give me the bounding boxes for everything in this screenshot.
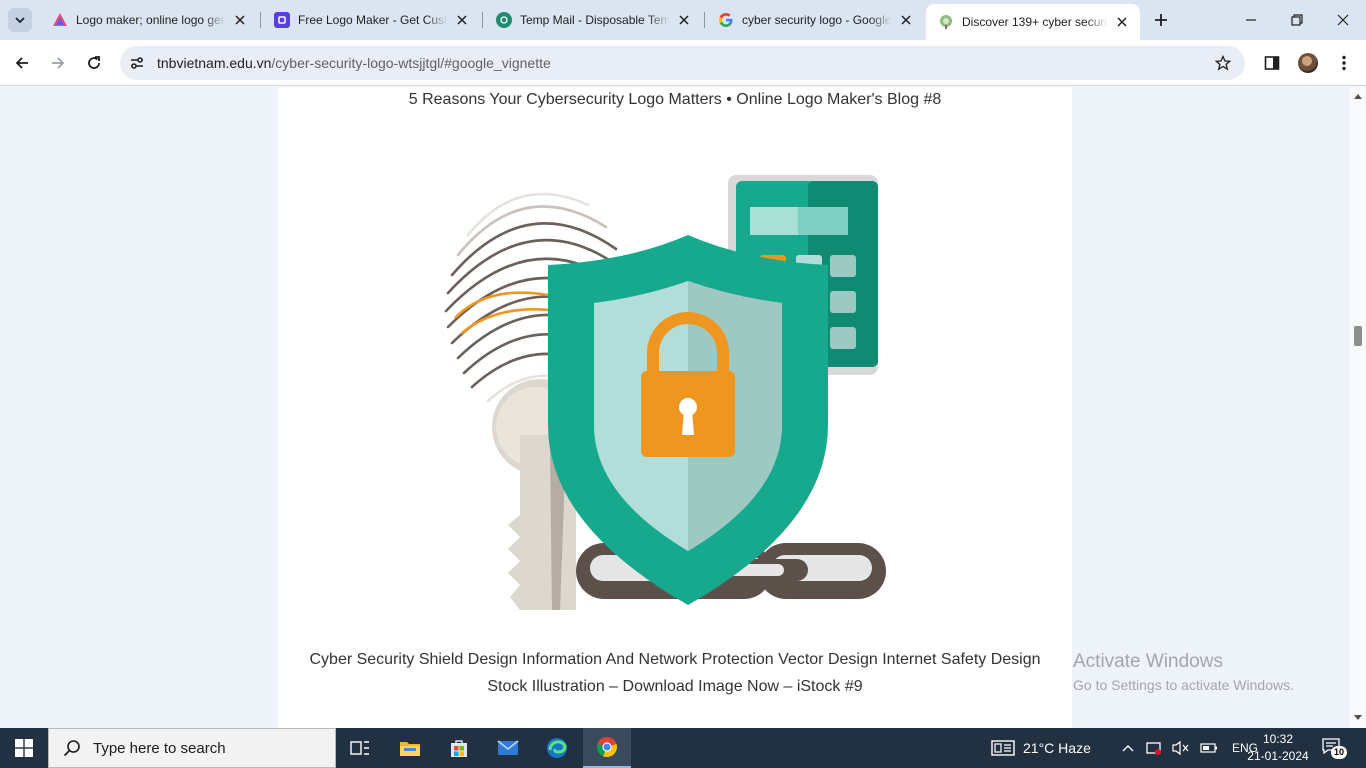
taskbar-search-placeholder: Type here to search	[93, 739, 226, 757]
close-tab-icon[interactable]	[898, 12, 914, 28]
tab-separator	[260, 12, 261, 28]
tab-free-logo-maker[interactable]: Free Logo Maker - Get Custom Logo Design…	[262, 4, 480, 36]
chrome-browser-button[interactable]	[583, 728, 631, 768]
arrow-right-icon	[52, 57, 65, 69]
weather-text: 21°C Haze	[1023, 740, 1091, 756]
url-path: /cyber-security-logo-wtsjjtgl/#google_vi…	[271, 55, 551, 71]
task-view-button[interactable]	[336, 728, 384, 768]
chrome-icon	[596, 737, 617, 758]
scroll-up-arrow-icon[interactable]	[1353, 91, 1363, 101]
image-caption-top[interactable]: 5 Reasons Your Cybersecurity Logo Matter…	[278, 91, 1072, 109]
temp-mail-icon	[496, 12, 512, 28]
chrome-menu-button[interactable]	[1331, 50, 1357, 76]
chevron-down-icon	[15, 17, 25, 24]
side-panel-button[interactable]	[1259, 50, 1285, 76]
clock-date: 21-01-2024	[1247, 749, 1309, 763]
start-button[interactable]	[0, 728, 48, 768]
reload-button[interactable]	[79, 48, 109, 78]
tab-logo-maker[interactable]: Logo maker; online logo generator	[40, 4, 258, 36]
star-icon	[1215, 55, 1231, 71]
back-button[interactable]	[7, 48, 37, 78]
minimize-icon	[1246, 19, 1256, 21]
microsoft-store-button[interactable]	[435, 728, 483, 768]
clock-time: 10:32	[1262, 732, 1294, 746]
battery-icon[interactable]	[1200, 742, 1218, 754]
article-column: 5 Reasons Your Cybersecurity Logo Matter…	[278, 87, 1072, 728]
tab-google-search[interactable]: cyber security logo - Google Search	[706, 4, 924, 36]
side-panel-icon	[1264, 56, 1280, 70]
plus-icon	[1155, 14, 1167, 26]
chevron-up-icon[interactable]	[1122, 744, 1134, 752]
edge-icon	[547, 738, 567, 758]
site-info-button[interactable]	[124, 50, 150, 76]
kebab-menu-icon	[1342, 55, 1346, 71]
arrow-left-icon	[15, 57, 28, 69]
tab-temp-mail[interactable]: Temp Mail - Disposable Temporary Email	[484, 4, 702, 36]
tab-title: Free Logo Maker - Get Custom Logo Design…	[298, 13, 448, 27]
close-tab-icon[interactable]	[232, 12, 248, 28]
meet-now-icon[interactable]	[1146, 740, 1164, 756]
taskbar-search-box[interactable]: Type here to search	[48, 728, 336, 768]
reload-icon	[88, 56, 100, 69]
tab-title: cyber security logo - Google Search	[742, 13, 892, 27]
scrollbar-thumb[interactable]	[1354, 326, 1362, 346]
tab-discover-cyber-security[interactable]: Discover 139+ cyber security logo	[926, 4, 1140, 40]
page-viewport: 5 Reasons Your Cybersecurity Logo Matter…	[0, 87, 1350, 728]
tab-strip: Logo maker; online logo generator Free L…	[0, 0, 1366, 40]
new-tab-button[interactable]	[1150, 9, 1172, 31]
cyber-security-shield-illustration[interactable]	[428, 165, 928, 635]
mail-envelope-icon	[497, 740, 519, 755]
url-text[interactable]: tnbvietnam.edu.vn/cyber-security-logo-wt…	[157, 55, 551, 71]
tray-icons: ENG	[1114, 728, 1258, 768]
watermark-subtitle: Go to Settings to activate Windows.	[1073, 677, 1294, 693]
vertical-scrollbar[interactable]	[1350, 87, 1366, 728]
avatar	[1298, 53, 1318, 73]
tab-title: Discover 139+ cyber security logo	[962, 15, 1108, 29]
logo-maker-triangle-icon	[52, 12, 68, 28]
notification-count-badge: 10	[1331, 746, 1347, 759]
task-view-icon	[350, 741, 369, 755]
close-window-button[interactable]	[1320, 0, 1366, 40]
browser-toolbar: tnbvietnam.edu.vn/cyber-security-logo-wt…	[0, 40, 1366, 86]
tune-icon	[131, 57, 143, 69]
url-host: tnbvietnam.edu.vn	[157, 55, 272, 71]
restore-button[interactable]	[1274, 0, 1320, 40]
tab-search-button[interactable]	[8, 8, 32, 32]
store-bag-icon	[451, 740, 467, 757]
tab-title: Logo maker; online logo generator	[76, 13, 226, 27]
tab-separator	[482, 12, 483, 28]
tnbvietnam-icon	[938, 14, 954, 30]
file-explorer-button[interactable]	[386, 728, 434, 768]
close-icon	[1337, 14, 1349, 26]
close-tab-icon[interactable]	[454, 12, 470, 28]
image-caption-bottom[interactable]: Cyber Security Shield Design Information…	[302, 646, 1048, 700]
speaker-muted-icon[interactable]	[1172, 740, 1190, 756]
notification-center-button[interactable]: 10	[1322, 738, 1347, 759]
activate-windows-watermark: Activate Windows Go to Settings to activ…	[1073, 651, 1294, 693]
address-bar[interactable]: tnbvietnam.edu.vn/cyber-security-logo-wt…	[120, 46, 1245, 80]
scroll-down-arrow-icon[interactable]	[1353, 713, 1363, 723]
windows-taskbar: Type here to search 21°C Haze ENG 10:32 …	[0, 728, 1366, 768]
google-g-icon	[718, 12, 734, 28]
bookmark-star-button[interactable]	[1213, 53, 1233, 73]
close-tab-icon[interactable]	[1114, 14, 1130, 30]
taskbar-clock[interactable]: 10:32 21-01-2024	[1240, 731, 1316, 765]
weather-widget[interactable]: 21°C Haze	[991, 728, 1091, 768]
tab-title: Temp Mail - Disposable Temporary Email	[520, 13, 670, 27]
edge-browser-button[interactable]	[533, 728, 581, 768]
forward-button[interactable]	[43, 48, 73, 78]
close-tab-icon[interactable]	[676, 12, 692, 28]
profile-button[interactable]	[1295, 50, 1321, 76]
windows-logo-icon	[15, 739, 33, 757]
tab-separator	[704, 12, 705, 28]
mail-button[interactable]	[484, 728, 532, 768]
minimize-button[interactable]	[1228, 0, 1274, 40]
watermark-title: Activate Windows	[1073, 651, 1223, 672]
free-logo-maker-icon	[274, 12, 290, 28]
search-icon	[63, 740, 80, 757]
restore-icon	[1291, 14, 1303, 26]
news-weather-icon	[991, 740, 1015, 756]
folder-icon	[400, 742, 420, 756]
